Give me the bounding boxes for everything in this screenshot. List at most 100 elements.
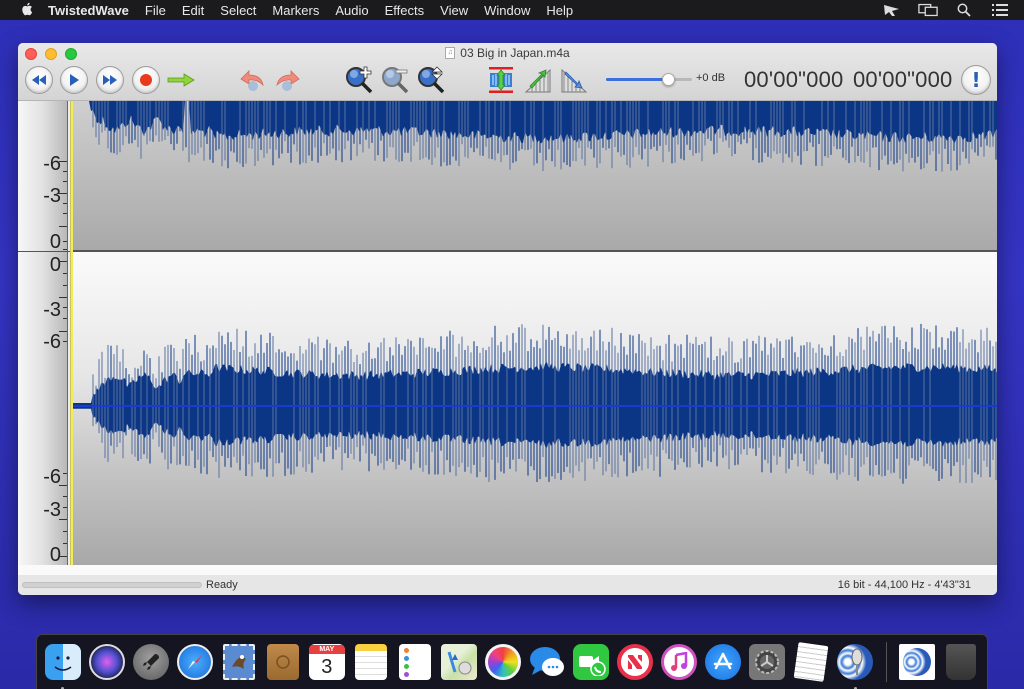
zoom-fit-button[interactable] xyxy=(416,65,446,95)
dock-mail[interactable] xyxy=(220,643,257,681)
progress-bar xyxy=(22,582,202,588)
zoom-out-icon xyxy=(382,67,409,94)
gain-slider[interactable] xyxy=(606,73,692,86)
itunes-icon xyxy=(661,644,698,680)
ruler-tick xyxy=(63,241,67,242)
dock-safari[interactable] xyxy=(176,643,213,681)
channel-1-waveform[interactable] xyxy=(73,101,997,251)
ruler-tick xyxy=(63,507,67,508)
mail-stamp-icon xyxy=(222,644,255,680)
amplitude-ruler: -6 -3 0 0 -3 -6 -6 -3 0 xyxy=(18,101,68,565)
normalize-button[interactable] xyxy=(486,65,516,95)
ruler-label: -3 xyxy=(43,299,61,321)
ruler-label: 0 xyxy=(49,231,61,253)
dock-textedit[interactable] xyxy=(793,642,830,682)
dock-notes[interactable] xyxy=(352,643,389,681)
dock-facetime[interactable] xyxy=(573,643,610,681)
dock-reminders[interactable] xyxy=(396,643,433,681)
display-mirror-icon[interactable] xyxy=(918,2,938,18)
dock-twistedwave[interactable] xyxy=(837,643,874,689)
ruler-tick xyxy=(59,519,67,520)
menu-window[interactable]: Window xyxy=(476,3,538,18)
notification-center-icon[interactable] xyxy=(990,2,1010,18)
zoom-in-button[interactable] xyxy=(344,65,374,95)
twistedwave-app-icon xyxy=(837,644,874,680)
finder-icon xyxy=(44,644,81,680)
dock-news[interactable] xyxy=(617,643,654,681)
selection-end-time[interactable]: 00'00"000 xyxy=(853,67,952,93)
redo-button[interactable] xyxy=(273,65,303,95)
fade-in-button[interactable] xyxy=(523,65,553,95)
play-icon xyxy=(70,74,79,86)
rewind-button[interactable] xyxy=(24,65,54,95)
undo-button[interactable] xyxy=(237,65,267,95)
dock-calendar[interactable]: MAY 3 xyxy=(308,643,345,681)
dock-contacts[interactable] xyxy=(264,643,301,681)
menu-markers[interactable]: Markers xyxy=(264,3,327,18)
selection-start-time[interactable]: 00'00"000 xyxy=(744,67,843,93)
menu-help[interactable]: Help xyxy=(538,3,581,18)
channel-2-waveform[interactable] xyxy=(73,251,997,565)
menu-edit[interactable]: Edit xyxy=(174,3,212,18)
ruler-tick xyxy=(63,181,67,182)
scissors-cursor-icon[interactable] xyxy=(882,2,902,18)
twistedwave-window: ♫ 03 Big in Japan.m4a +0 dB 00'00"000 00… xyxy=(18,43,997,595)
dock-itunes[interactable] xyxy=(661,643,698,681)
launchpad-icon xyxy=(132,644,169,680)
zoom-out-button[interactable] xyxy=(380,65,410,95)
fast-forward-button[interactable] xyxy=(95,65,125,95)
gain-slider-knob[interactable] xyxy=(661,73,675,86)
ruler-tick xyxy=(63,496,67,497)
ruler-label: -6 xyxy=(43,153,61,175)
menu-effects[interactable]: Effects xyxy=(377,3,433,18)
dock-photos[interactable] xyxy=(484,643,521,681)
menu-select[interactable]: Select xyxy=(212,3,264,18)
facetime-icon xyxy=(573,644,610,680)
menu-bar: TwistedWave File Edit Select Markers Aud… xyxy=(0,0,1024,20)
trash-icon xyxy=(946,644,977,680)
twistedwave-document-icon xyxy=(899,644,936,680)
playhead-cursor[interactable] xyxy=(70,101,73,565)
system-preferences-gear-icon xyxy=(749,644,786,680)
dock-app-store[interactable] xyxy=(705,643,742,681)
ruler-tick xyxy=(63,318,67,319)
audio-document-icon: ♫ xyxy=(445,47,456,59)
channel-1-waveform-graphic xyxy=(73,101,997,172)
dock-system-preferences[interactable] xyxy=(749,643,786,681)
menu-app-name[interactable]: TwistedWave xyxy=(48,3,137,18)
record-button[interactable] xyxy=(131,65,161,95)
siri-icon xyxy=(88,644,125,680)
dock-siri[interactable] xyxy=(88,643,125,681)
messages-icon xyxy=(529,644,565,680)
ruler-tick xyxy=(59,331,67,332)
dock-twistedwave-document[interactable] xyxy=(899,643,936,681)
ruler-label: -3 xyxy=(43,185,61,207)
spotlight-search-icon[interactable] xyxy=(954,2,974,18)
calendar-day: 3 xyxy=(321,655,333,678)
toolbar: +0 dB 00'00"000 00'00"000 ! xyxy=(18,63,997,99)
dock-trash[interactable] xyxy=(943,643,980,681)
fade-out-button[interactable] xyxy=(559,65,589,95)
alert-button[interactable]: ! xyxy=(961,65,991,95)
dock-maps[interactable] xyxy=(440,643,477,681)
ruler-label: 0 xyxy=(49,254,61,276)
go-to-button[interactable] xyxy=(166,65,196,95)
redo-icon xyxy=(276,70,300,91)
status-bar: Ready 16 bit - 44,100 Hz - 4'43"31 xyxy=(18,575,997,595)
menu-view[interactable]: View xyxy=(432,3,476,18)
rewind-icon xyxy=(32,75,46,85)
ruler-tick xyxy=(63,171,67,172)
menu-audio[interactable]: Audio xyxy=(327,3,376,18)
dock-launchpad[interactable] xyxy=(132,643,169,681)
ruler-tick xyxy=(63,249,67,250)
ruler-tick xyxy=(59,161,67,162)
safari-icon xyxy=(176,644,213,680)
waveform-editor[interactable]: -6 -3 0 0 -3 -6 -6 -3 0 xyxy=(18,101,997,565)
menu-file[interactable]: File xyxy=(137,3,174,18)
title-bar: ♫ 03 Big in Japan.m4a +0 dB 00'00"000 00… xyxy=(18,43,997,101)
dock-finder[interactable] xyxy=(44,643,81,689)
play-button[interactable] xyxy=(59,65,89,95)
zoom-in-icon xyxy=(346,66,373,94)
apple-menu-icon[interactable] xyxy=(18,2,36,19)
dock-messages[interactable] xyxy=(529,643,566,681)
